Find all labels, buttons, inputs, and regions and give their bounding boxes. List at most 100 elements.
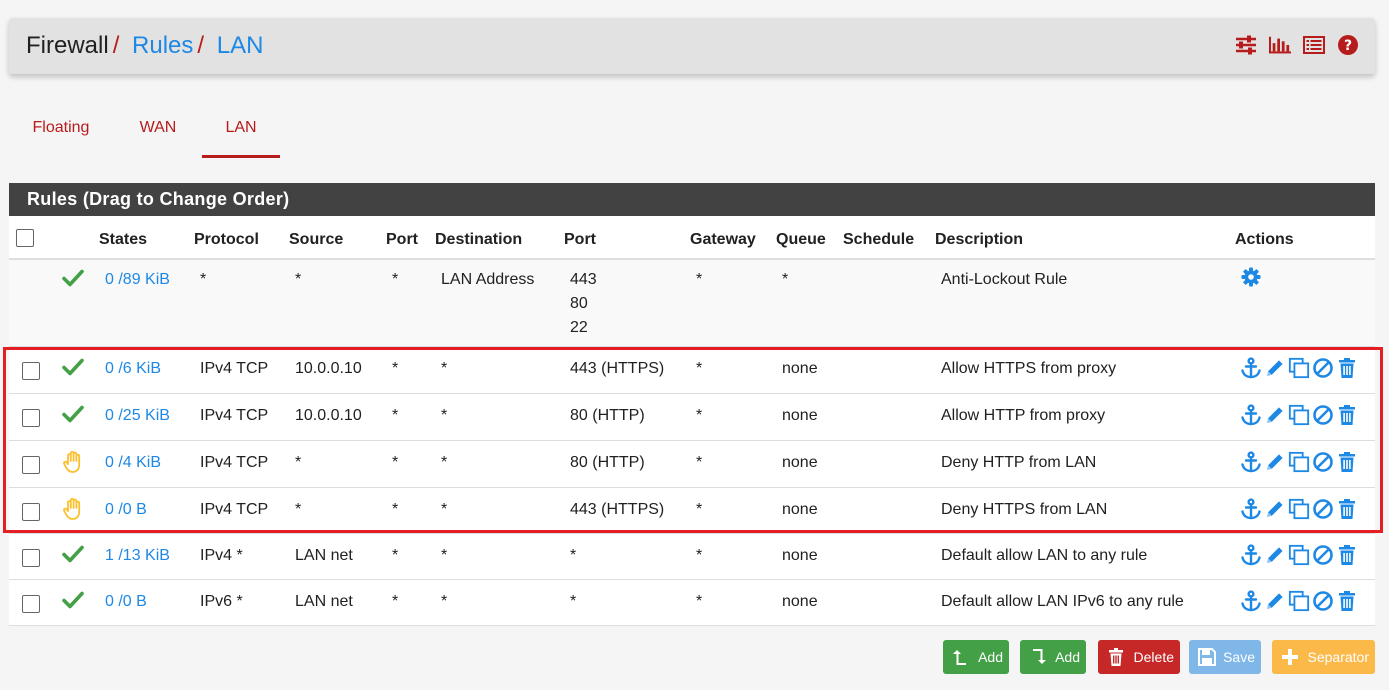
states-link[interactable]: 0 /4 KiB [105, 451, 161, 475]
trash-icon[interactable] [1336, 590, 1358, 612]
description-cell: Anti-Lockout Rule [941, 271, 1068, 288]
gateway-cell: * [696, 501, 703, 518]
destination-cell: * [441, 454, 448, 471]
delete-button[interactable]: Delete [1098, 640, 1180, 674]
source-cell: 10.0.0.10 [295, 407, 362, 424]
col-source-port: Port [386, 231, 418, 248]
breadcrumb-rules-link[interactable]: Rules [132, 32, 193, 59]
copy-icon[interactable] [1288, 498, 1310, 520]
source-cell: LAN net [295, 547, 353, 564]
description-cell: Allow HTTPS from proxy [941, 360, 1117, 377]
disable-ban-icon[interactable] [1312, 404, 1334, 426]
trash-icon[interactable] [1336, 357, 1358, 379]
trash-icon[interactable] [1336, 544, 1358, 566]
table-row[interactable]: 0 /25 KiB IPv4 TCP 10.0.0.10 * * 80 (HTTP) * no… [9, 394, 1375, 441]
select-all-checkbox[interactable] [16, 229, 34, 247]
table-row[interactable]: 0 /89 KiB * * * LAN Address 443 80 22 * * Anti-Loc… [9, 260, 1375, 347]
add-bottom-button[interactable]: Add [1020, 640, 1086, 674]
pass-check-icon[interactable] [62, 403, 84, 425]
source-port-cell: * [392, 454, 399, 471]
help-icon[interactable]: ? [1337, 34, 1359, 56]
disable-ban-icon[interactable] [1312, 451, 1334, 473]
table-row[interactable]: 0 /0 B IPv4 TCP * * * 443 (HTTPS) * none Deny HT… [9, 488, 1375, 534]
breadcrumb-firewall: Firewall [26, 32, 109, 59]
copy-icon[interactable] [1288, 544, 1310, 566]
pass-check-icon[interactable] [62, 589, 84, 611]
source-cell: * [295, 501, 302, 518]
trash-icon[interactable] [1336, 451, 1358, 473]
table-row[interactable]: 0 /6 KiB IPv4 TCP 10.0.0.10 * * 443 (HTTPS) * n… [9, 347, 1375, 394]
disable-ban-icon[interactable] [1312, 590, 1334, 612]
gateway-cell: * [696, 360, 703, 377]
copy-icon[interactable] [1288, 590, 1310, 612]
trash-icon[interactable] [1336, 404, 1358, 426]
states-link[interactable]: 0 /89 KiB [105, 268, 170, 292]
anchor-icon[interactable] [1240, 590, 1262, 612]
states-link[interactable]: 1 /13 KiB [105, 544, 170, 568]
sliders-icon[interactable] [1235, 34, 1257, 56]
source-cell: 10.0.0.10 [295, 360, 362, 377]
edit-pencil-icon[interactable] [1264, 404, 1286, 426]
table-row[interactable]: 0 /0 B IPv6 * LAN net * * * * none Default allow… [9, 580, 1375, 626]
separator-button[interactable]: Separator [1272, 640, 1375, 674]
edit-pencil-icon[interactable] [1264, 544, 1286, 566]
edit-pencil-icon[interactable] [1264, 357, 1286, 379]
pass-check-icon[interactable] [62, 356, 84, 378]
states-link[interactable]: 0 /0 B [105, 590, 147, 614]
col-description: Description [935, 231, 1024, 248]
description-cell: Default allow LAN IPv6 to any rule [941, 593, 1184, 610]
anchor-icon[interactable] [1240, 498, 1262, 520]
edit-pencil-icon[interactable] [1264, 590, 1286, 612]
row-checkbox[interactable] [22, 362, 40, 380]
gateway-cell: * [696, 454, 703, 471]
block-hand-icon[interactable] [62, 450, 84, 473]
row-checkbox[interactable] [22, 409, 40, 427]
gear-icon[interactable] [1240, 266, 1262, 288]
anchor-icon[interactable] [1240, 357, 1262, 379]
table-row[interactable]: 0 /4 KiB IPv4 TCP * * * 80 (HTTP) * none Deny HT… [9, 441, 1375, 488]
edit-pencil-icon[interactable] [1264, 498, 1286, 520]
breadcrumb-lan-link[interactable]: LAN [217, 32, 264, 59]
breadcrumb-separator: / [112, 32, 120, 59]
tab-wan[interactable]: WAN [135, 108, 181, 158]
states-link[interactable]: 0 /25 KiB [105, 404, 170, 428]
col-source: Source [289, 231, 344, 248]
edit-pencil-icon[interactable] [1264, 451, 1286, 473]
col-states: States [99, 231, 148, 248]
copy-icon[interactable] [1288, 404, 1310, 426]
destination-port-cell: 443 (HTTPS) [570, 360, 665, 377]
anchor-icon[interactable] [1240, 404, 1262, 426]
row-checkbox[interactable] [22, 549, 40, 567]
destination-cell: LAN Address [441, 271, 535, 288]
pass-check-icon[interactable] [62, 267, 84, 289]
copy-icon[interactable] [1288, 357, 1310, 379]
tab-floating[interactable]: Floating [29, 108, 93, 158]
disable-ban-icon[interactable] [1312, 357, 1334, 379]
disable-ban-icon[interactable] [1312, 544, 1334, 566]
destination-cell: * [441, 593, 448, 610]
table-row[interactable]: 1 /13 KiB IPv4 * LAN net * * * * none Default al… [9, 534, 1375, 580]
delete-label: Delete [1133, 649, 1174, 665]
states-link[interactable]: 0 /0 B [105, 498, 147, 522]
row-actions [1240, 590, 1358, 612]
row-checkbox[interactable] [22, 595, 40, 613]
description-cell: Deny HTTP from LAN [941, 454, 1097, 471]
list-icon[interactable] [1303, 34, 1325, 56]
copy-icon[interactable] [1288, 451, 1310, 473]
block-hand-icon[interactable] [62, 497, 84, 520]
bar-chart-icon[interactable] [1269, 34, 1291, 56]
pass-check-icon[interactable] [62, 543, 84, 565]
queue-cell: none [782, 593, 818, 610]
add-top-button[interactable]: Add [943, 640, 1009, 674]
row-checkbox[interactable] [22, 456, 40, 474]
save-button[interactable]: Save [1189, 640, 1261, 674]
anchor-icon[interactable] [1240, 544, 1262, 566]
tab-lan[interactable]: LAN [202, 108, 280, 158]
trash-icon[interactable] [1336, 498, 1358, 520]
row-checkbox[interactable] [22, 503, 40, 521]
panel-title: Rules (Drag to Change Order) [9, 183, 1375, 216]
states-link[interactable]: 0 /6 KiB [105, 357, 161, 381]
anchor-icon[interactable] [1240, 451, 1262, 473]
disable-ban-icon[interactable] [1312, 498, 1334, 520]
protocol-cell: * [200, 271, 207, 288]
